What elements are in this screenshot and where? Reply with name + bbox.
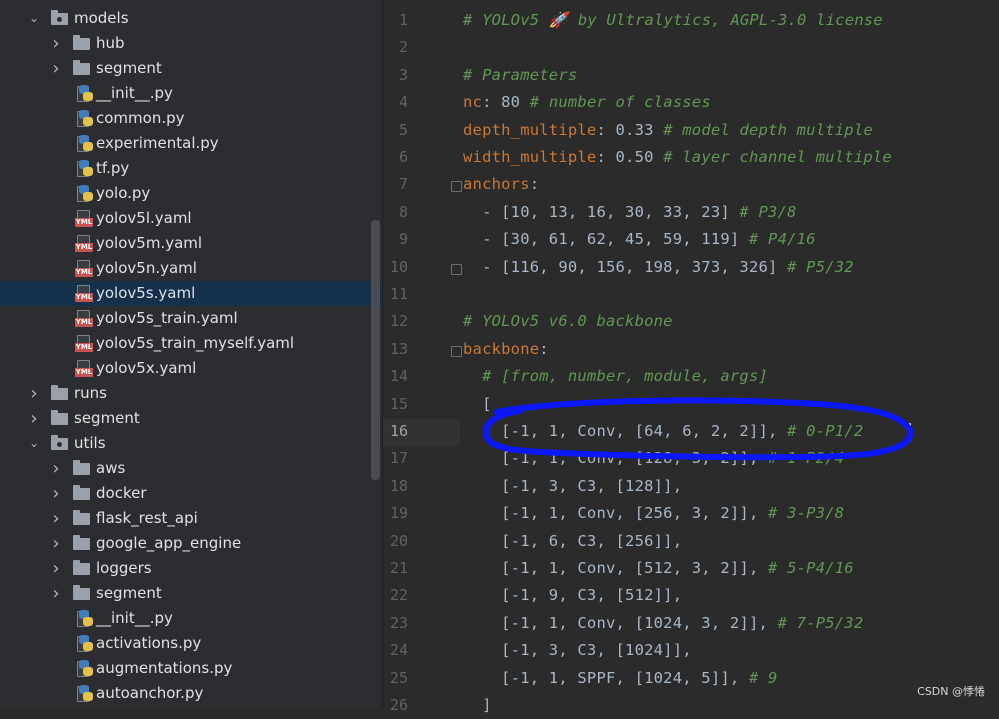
- watermark: CSDN @悸惓: [917, 685, 985, 698]
- hand-drawn-highlight-ellipse: [482, 397, 914, 461]
